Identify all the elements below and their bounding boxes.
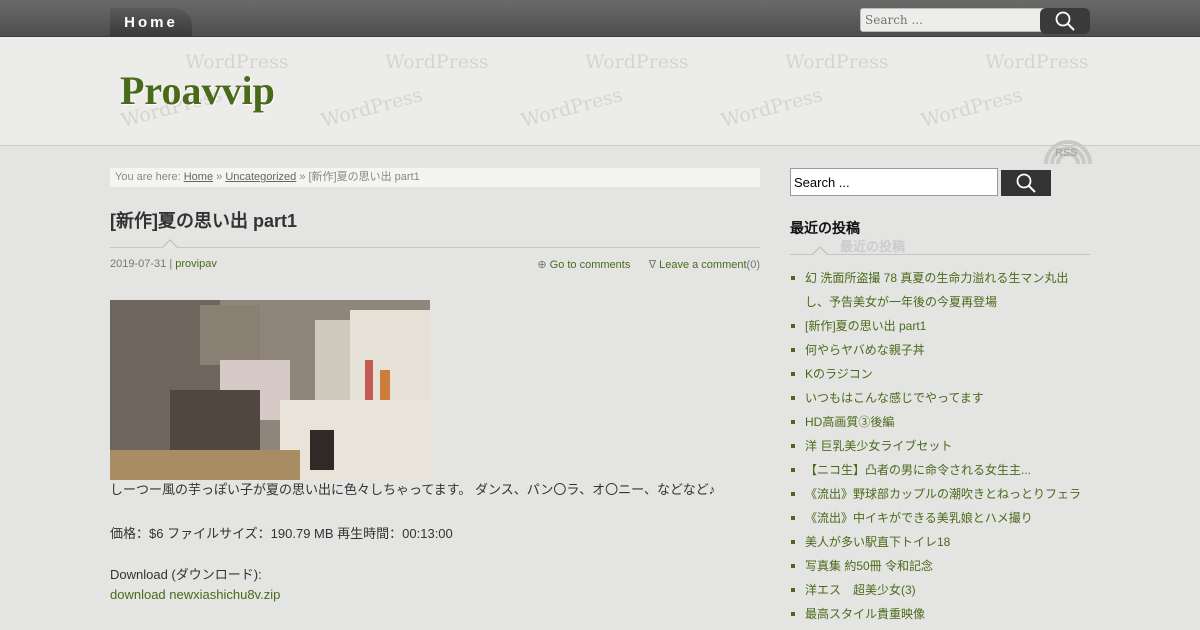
main-content: You are here: Home » Uncategorized » [新作… [110,168,760,605]
post-file-info: 価格：$6 ファイルサイズ：190.79 MB 再生時間：00:13:00 [110,526,453,541]
post-author-link[interactable]: provipav [175,258,217,270]
breadcrumb-category-link[interactable]: Uncategorized [225,171,296,183]
top-search-button[interactable] [1040,8,1090,34]
breadcrumb-prefix: You are here: [115,171,181,183]
recent-post-item[interactable]: いつもはこんな感じでやってます [790,386,1090,410]
thumbnail-placeholder [110,300,430,480]
recent-posts-list: 幻 洗面所盗撮 78 真夏の生命力溢れる生マン丸出し、予告美女が一年後の今夏再登… [790,266,1090,626]
comments-icon: ⊕ [537,259,547,271]
top-navigation-bar: Home [0,0,1200,37]
rss-label[interactable]: RSS [1055,147,1078,159]
recent-post-link[interactable]: 洋エス 超美少女(3) [805,583,916,597]
download-label: Download (ダウンロード): [110,567,262,582]
recent-post-item[interactable]: 洋エス 超美少女(3) [790,578,1090,602]
sidebar-search-button[interactable] [1001,170,1051,196]
search-icon [1016,173,1036,193]
recent-post-item[interactable]: 《流出》中イキができる美乳娘とハメ撮り [790,506,1090,530]
recent-post-link[interactable]: 《流出》野球部カップルの潮吹きとねっとりフェラ [805,487,1081,501]
recent-post-item[interactable]: 幻 洗面所盗撮 78 真夏の生命力溢れる生マン丸出し、予告美女が一年後の今夏再登… [790,266,1090,314]
post-description: しーつー風の芋っぽい子が夏の思い出に色々しちゃってます。 ダンス、パン〇ラ、オ〇… [110,482,716,497]
go-to-comments-link[interactable]: Go to comments [550,259,631,271]
recent-post-item[interactable]: 《流出》野球部カップルの潮吹きとねっとりフェラ [790,482,1090,506]
recent-post-link[interactable]: いつもはこんな感じでやってます [805,391,984,405]
search-icon [1055,11,1075,31]
recent-post-item[interactable]: 最高スタイル貴重映像 [790,602,1090,626]
recent-post-item[interactable]: Kのラジコン [790,362,1090,386]
recent-post-link[interactable]: Kのラジコン [805,367,873,381]
post-thumbnail-image[interactable] [110,300,430,480]
sidebar-search-input[interactable] [790,168,998,196]
post-body: しーつー風の芋っぽい子が夏の思い出に色々しちゃってます。 ダンス、パン〇ラ、オ〇… [110,480,760,605]
post-title[interactable]: [新作]夏の思い出 part1 [110,207,760,235]
recent-post-item[interactable]: 何やらヤバめな親子丼 [790,338,1090,362]
recent-post-link[interactable]: 最高スタイル貴重映像 [805,607,925,621]
meta-separator: | [169,258,173,270]
post-date: 2019-07-31 [110,258,167,270]
breadcrumb: You are here: Home » Uncategorized » [新作… [110,168,760,187]
comment-count: (0) [746,259,760,271]
breadcrumb-home-link[interactable]: Home [184,171,213,183]
recent-post-link[interactable]: 美人が多い駅直下トイレ18 [805,535,950,549]
recent-post-link[interactable]: 【ニコ生】凸者の男に命令される女生主... [805,463,1031,477]
site-header: WordPress WordPress WordPress WordPress … [0,37,1200,146]
top-search-input[interactable] [860,8,1050,32]
recent-posts-title: 最近の投稿 [790,220,860,236]
recent-post-item[interactable]: 美人が多い駅直下トイレ18 [790,530,1090,554]
breadcrumb-separator: » [216,171,223,183]
recent-post-item[interactable]: 洋 巨乳美少女ライブセット [790,434,1090,458]
recent-post-link[interactable]: HD高画質③後編 [805,415,894,429]
recent-post-link[interactable]: 《流出》中イキができる美乳娘とハメ撮り [805,511,1033,525]
download-link[interactable]: download newxiashichu8v.zip [110,587,280,602]
recent-posts-title-shadow: 最近の投稿 [840,239,906,254]
post-comment-links: ⊕ Go to comments ∇ Leave a comment(0) [537,258,760,271]
recent-post-item[interactable]: [新作]夏の思い出 part1 [790,314,1090,338]
top-search-form [860,8,1090,34]
leave-comment-icon: ∇ [648,259,657,271]
recent-post-link[interactable]: [新作]夏の思い出 part1 [805,319,926,333]
site-title[interactable]: Proavvip [120,67,275,114]
recent-post-item[interactable]: 【ニコ生】凸者の男に命令される女生主... [790,458,1090,482]
recent-post-item[interactable]: HD高画質③後編 [790,410,1090,434]
recent-post-link[interactable]: 何やらヤバめな親子丼 [805,343,925,357]
recent-post-item[interactable]: 写真集 約50冊 令和記念 [790,554,1090,578]
recent-post-link[interactable]: 洋 巨乳美少女ライブセット [805,439,952,453]
post-meta: 2019-07-31 | provipav ⊕ Go to comments ∇… [110,258,760,278]
leave-comment-link[interactable]: Leave a comment [659,259,746,271]
widget-divider [790,246,1090,255]
breadcrumb-current: [新作]夏の思い出 part1 [308,171,420,183]
recent-post-link[interactable]: 写真集 約50冊 令和記念 [805,559,933,573]
recent-post-link[interactable]: 幻 洗面所盗撮 78 真夏の生命力溢れる生マン丸出し、予告美女が一年後の今夏再登… [805,271,1068,309]
breadcrumb-separator: » [299,171,306,183]
title-divider [110,239,760,248]
nav-home-tab[interactable]: Home [110,8,192,36]
